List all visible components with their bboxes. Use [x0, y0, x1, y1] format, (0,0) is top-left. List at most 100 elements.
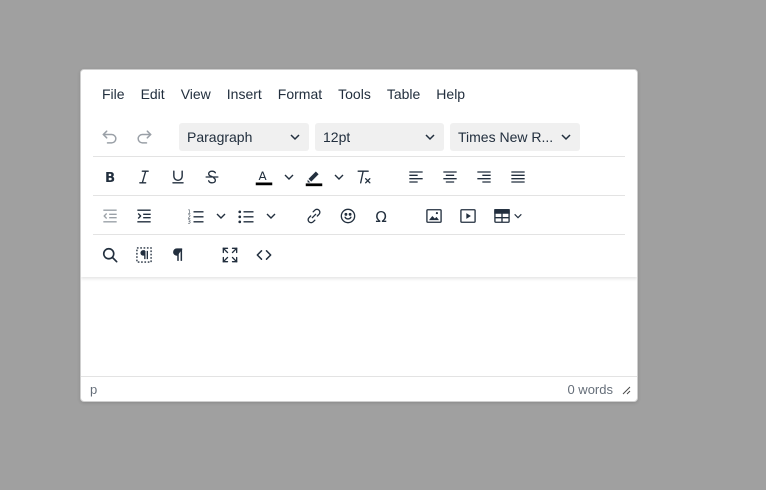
bullet-list-dropdown[interactable]: [263, 199, 279, 233]
table-split-button: [485, 199, 523, 233]
menu-table[interactable]: Table: [379, 80, 428, 108]
undo-icon: [102, 129, 117, 144]
strikethrough-button[interactable]: [195, 160, 229, 194]
special-character-button[interactable]: Ω: [365, 199, 399, 233]
numbered-list-dropdown[interactable]: [213, 199, 229, 233]
menu-view[interactable]: View: [173, 80, 219, 108]
underline-icon: [172, 169, 184, 184]
clear-formatting-icon: [357, 170, 371, 183]
omega-icon: Ω: [375, 207, 386, 225]
insert-media-button[interactable]: [451, 199, 485, 233]
menu-insert[interactable]: Insert: [219, 80, 270, 108]
bold-button[interactable]: B: [93, 160, 127, 194]
visual-blocks-icon: [136, 246, 152, 263]
toolbar-row-text-formatting: B A: [93, 156, 625, 196]
align-left-icon: [409, 170, 423, 183]
chevron-down-icon: [334, 174, 344, 180]
italic-icon: [139, 170, 149, 183]
element-path[interactable]: p: [90, 382, 97, 397]
rich-text-editor: File Edit View Insert Format Tools Table…: [80, 69, 638, 402]
outdent-button[interactable]: [93, 199, 127, 233]
align-left-button[interactable]: [399, 160, 433, 194]
chevron-down-icon: [514, 213, 522, 218]
statusbar-right: 0 words: [567, 382, 633, 397]
menu-help[interactable]: Help: [428, 80, 473, 108]
numbered-list-icon: 123: [188, 209, 204, 225]
text-color-dropdown[interactable]: [281, 160, 297, 194]
text-color-split-button: A: [247, 160, 297, 194]
insert-emoji-button[interactable]: [331, 199, 365, 233]
text-color-icon: A: [255, 168, 273, 185]
bullet-list-split-button: [229, 199, 279, 233]
toolbar-row-tools: [93, 234, 625, 274]
chevron-down-icon: [216, 213, 226, 219]
outdent-icon: [103, 209, 117, 222]
highlight-color-button[interactable]: [297, 160, 331, 194]
editor-content-area[interactable]: [81, 277, 637, 377]
align-justify-button[interactable]: [501, 160, 535, 194]
resize-handle[interactable]: [621, 383, 633, 395]
italic-button[interactable]: [127, 160, 161, 194]
menu-tools[interactable]: Tools: [330, 80, 379, 108]
svg-text:B: B: [105, 171, 115, 186]
indent-icon: [137, 209, 151, 222]
bullet-list-button[interactable]: [229, 199, 263, 233]
image-icon: [426, 208, 442, 223]
menu-edit[interactable]: Edit: [133, 80, 173, 108]
redo-button[interactable]: [127, 120, 161, 154]
indent-button[interactable]: [127, 199, 161, 233]
numbered-list-button[interactable]: 123: [179, 199, 213, 233]
menubar: File Edit View Insert Format Tools Table…: [94, 80, 473, 108]
block-format-select[interactable]: Paragraph: [179, 122, 309, 151]
align-right-icon: [477, 170, 491, 183]
paragraph-mark-icon: [173, 247, 183, 261]
insert-link-button[interactable]: [297, 199, 331, 233]
underline-button[interactable]: [161, 160, 195, 194]
menu-format[interactable]: Format: [270, 80, 330, 108]
clear-formatting-button[interactable]: [347, 160, 381, 194]
media-icon: [460, 208, 476, 223]
show-invisibles-button[interactable]: [161, 238, 195, 272]
search-icon: [102, 247, 118, 262]
strikethrough-icon: [205, 169, 219, 184]
fullscreen-button[interactable]: [213, 238, 247, 272]
svg-text:A: A: [259, 168, 268, 182]
font-size-select[interactable]: 12pt: [315, 122, 444, 151]
bullet-list-icon: [238, 210, 254, 223]
chevron-down-icon: [284, 174, 294, 180]
numbered-list-split-button: 123: [179, 199, 229, 233]
fullscreen-icon: [222, 247, 238, 262]
highlighter-icon: [305, 171, 323, 186]
word-count[interactable]: 0 words: [567, 382, 613, 397]
visual-blocks-button[interactable]: [127, 238, 161, 272]
table-icon: [494, 208, 510, 223]
editor-header: File Edit View Insert Format Tools Table…: [81, 70, 637, 277]
undo-button[interactable]: [93, 120, 127, 154]
align-center-icon: [443, 170, 457, 183]
chevron-down-icon: [425, 133, 435, 140]
toolbar-row-history-formats: Paragraph 12pt Times New R...: [93, 117, 625, 156]
menu-file[interactable]: File: [94, 80, 133, 108]
font-family-select[interactable]: Times New R...: [450, 122, 580, 151]
insert-image-button[interactable]: [417, 199, 451, 233]
svg-text:3: 3: [188, 219, 191, 225]
text-color-button[interactable]: A: [247, 160, 281, 194]
table-dropdown[interactable]: [513, 199, 523, 233]
highlight-color-dropdown[interactable]: [331, 160, 347, 194]
code-icon: [256, 249, 272, 260]
align-justify-icon: [511, 170, 525, 183]
highlight-color-split-button: [297, 160, 347, 194]
find-replace-button[interactable]: [93, 238, 127, 272]
align-right-button[interactable]: [467, 160, 501, 194]
font-family-value: Times New R...: [458, 128, 554, 145]
svg-text:Ω: Ω: [375, 207, 386, 225]
align-center-button[interactable]: [433, 160, 467, 194]
chevron-down-icon: [290, 133, 300, 140]
statusbar: p 0 words: [81, 376, 637, 401]
redo-icon: [137, 129, 152, 144]
resize-grip-icon: [622, 386, 631, 395]
source-code-button[interactable]: [247, 238, 281, 272]
chevron-down-icon: [266, 213, 276, 219]
link-icon: [307, 208, 321, 223]
emoji-icon: [340, 208, 356, 223]
